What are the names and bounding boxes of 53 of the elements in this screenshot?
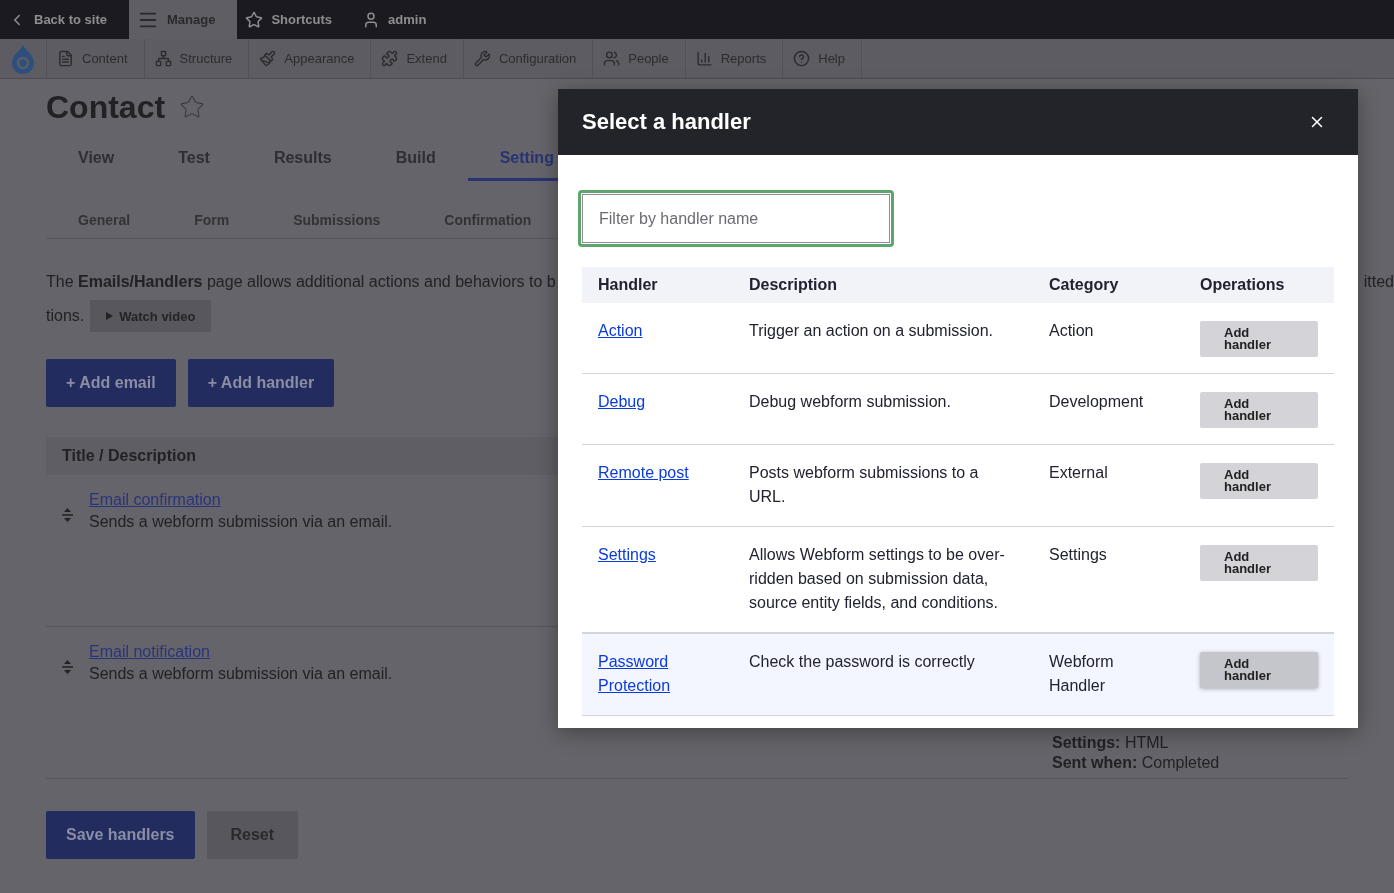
handler-detail: Settings: HTML (1052, 734, 1170, 752)
add-handler-button[interactable]: Add handler (1200, 321, 1318, 357)
drag-handle-icon[interactable] (62, 508, 73, 522)
table-cell-text: Webform Handler (1048, 652, 1115, 696)
handler-link[interactable]: Action (598, 319, 717, 343)
page-icon (57, 50, 74, 67)
add-handler-button[interactable]: Add handler (1200, 545, 1318, 581)
add-button[interactable]: + Add handler (187, 359, 335, 407)
column-header: Handler (597, 276, 659, 294)
toolbar-tab[interactable]: Back to site (0, 0, 129, 39)
handler-link[interactable]: Settings (598, 543, 717, 567)
table-cell-text: Debug webform submission. (748, 392, 952, 412)
page-title: Contact (46, 88, 166, 126)
handler-link[interactable]: Email notification (89, 643, 210, 660)
dialog-title: Select a handler (582, 109, 751, 135)
help-icon (793, 50, 811, 67)
wrench-icon (473, 50, 491, 67)
toolbar-tab[interactable]: Shortcuts (237, 0, 355, 39)
handler-link[interactable]: Debug (598, 390, 717, 414)
column-header: Category (1048, 276, 1120, 294)
puzzle-icon (381, 50, 399, 67)
add-handler-button[interactable]: Add handler (1200, 463, 1318, 499)
star-icon[interactable] (179, 94, 206, 120)
table-cell-text: Allows Webform settings to be over-ridden based on submission data, source entity fields, and conditions. (748, 545, 1006, 613)
add-handler-button[interactable]: Add handler (1200, 652, 1318, 688)
table-cell-text: Trigger an action on a submission. (748, 321, 994, 341)
handler-detail: Sent when: Completed (1052, 754, 1221, 772)
page-description: itted (1363, 273, 1394, 291)
table-cell-text: Check the password is correctly (748, 652, 976, 672)
table-cell-text: Action (1048, 321, 1095, 341)
page-description: tions. (46, 307, 85, 325)
brush-icon (259, 50, 277, 67)
drop-logo-icon (10, 43, 36, 74)
handler-description: Sends a webform submission via an email. (89, 665, 393, 683)
page-description: The Emails/Handlers page allows additional actions and behaviors to b (46, 273, 556, 291)
save-button[interactable]: Save handlers (46, 811, 195, 859)
play-icon (106, 312, 114, 320)
column-header: Description (748, 276, 838, 294)
people-icon (603, 50, 621, 67)
add-button[interactable]: + Add email (46, 359, 176, 407)
table-cell-text: Settings (1048, 545, 1108, 565)
toolbar-tab[interactable]: admin (354, 0, 449, 39)
column-header: Operations (1199, 276, 1286, 294)
sitemap-icon (154, 50, 172, 67)
bar-chart-icon (695, 50, 713, 67)
handler-link[interactable]: Email confirmation (89, 491, 221, 508)
drag-handle-icon[interactable] (62, 660, 73, 674)
table-cell-text: Development (1048, 392, 1145, 412)
filter-input[interactable]: Filter by handler name (578, 190, 894, 247)
handler-link[interactable]: Password Protection (598, 650, 717, 698)
handler-description: Sends a webform submission via an email. (89, 513, 393, 531)
add-handler-button[interactable]: Add handler (1200, 392, 1318, 428)
star-icon (245, 10, 264, 29)
